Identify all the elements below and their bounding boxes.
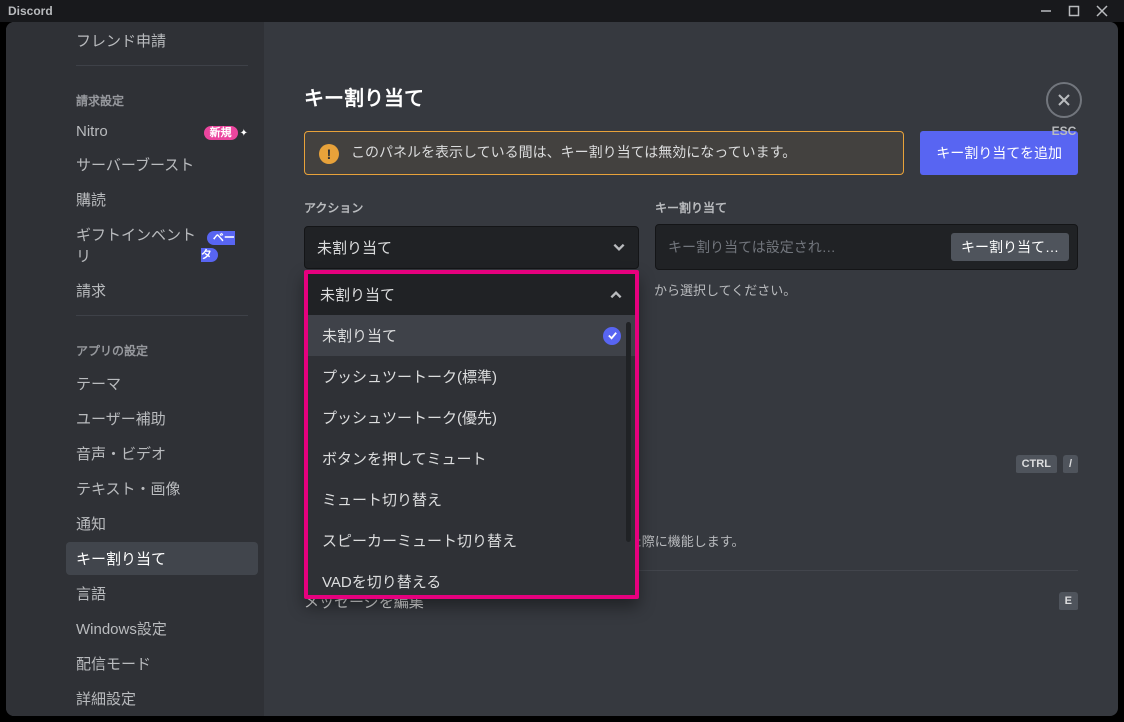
sidebar-item[interactable]: Windows設定 xyxy=(66,612,258,645)
keyboard-key: / xyxy=(1063,455,1078,475)
dropdown-option-label: プッシュツートーク(標準) xyxy=(322,366,497,387)
keyboard-key: E xyxy=(1059,592,1078,612)
sidebar-item[interactable]: 音声・ビデオ xyxy=(66,437,258,470)
dropdown-option-label: 未割り当て xyxy=(322,325,397,346)
sidebar-divider xyxy=(76,65,248,66)
settings-content: ESC キー割り当て ! このパネルを表示している間は、キー割り当ては無効になっ… xyxy=(264,22,1118,716)
window-close-button[interactable] xyxy=(1088,0,1116,22)
sidebar-item[interactable]: 言語 xyxy=(66,577,258,610)
sidebar-item-label: テーマ xyxy=(76,373,121,394)
warning-icon: ! xyxy=(319,144,339,164)
sidebar-item-label: 言語 xyxy=(76,583,106,604)
sidebar-item-label: 請求 xyxy=(76,280,106,301)
dropdown-option[interactable]: 未割り当て xyxy=(308,315,635,356)
dropdown-option[interactable]: VADを切り替える xyxy=(308,561,635,595)
dropdown-option-label: VADを切り替える xyxy=(322,571,441,592)
keyboard-key: CTRL xyxy=(1016,455,1057,475)
sidebar-item[interactable]: 請求 xyxy=(66,274,258,307)
sidebar-item[interactable]: テキスト・画像 xyxy=(66,472,258,505)
sidebar-item-label: Nitro xyxy=(76,123,108,140)
dropdown-option-label: スピーカーミュート切り替え xyxy=(322,530,517,551)
sidebar-item[interactable]: テーマ xyxy=(66,367,258,400)
sidebar-item-label: フレンド申請 xyxy=(76,30,166,51)
sidebar-item[interactable]: ギフトインベントリベータ xyxy=(66,218,258,272)
settings-window: フレンド申請 請求設定 Nitro 新規✦ サーバーブースト購読ギフトインベントリベー… xyxy=(6,22,1118,716)
sidebar-item-label: テキスト・画像 xyxy=(76,478,181,499)
chevron-up-icon xyxy=(609,288,623,302)
check-icon xyxy=(603,327,621,345)
sidebar-item[interactable]: フレンド申請 xyxy=(66,24,258,57)
sidebar-item-label: ユーザー補助 xyxy=(76,408,166,429)
help-text-tail: から選択してください。 xyxy=(654,283,796,298)
sidebar-item[interactable]: ユーザー補助 xyxy=(66,402,258,435)
dropdown-option[interactable]: ボタンを押してミュート xyxy=(308,438,635,479)
dropdown-option-label: ボタンを押してミュート xyxy=(322,448,487,469)
sidebar-item-label: 購読 xyxy=(76,189,106,210)
dropdown-header[interactable]: 未割り当て xyxy=(308,274,635,315)
sparkle-icon: ✦ xyxy=(240,128,248,139)
sidebar-item[interactable]: 詳細設定 xyxy=(66,682,258,715)
app-name: Discord xyxy=(8,4,53,18)
sidebar-item-label: ギフトインベントリ xyxy=(76,224,201,266)
sidebar-item-label: 通知 xyxy=(76,513,106,534)
dropdown-option[interactable]: プッシュツートーク(標準) xyxy=(308,356,635,397)
sidebar-item[interactable]: 配信モード xyxy=(66,647,258,680)
chevron-down-icon xyxy=(612,240,626,254)
action-dropdown-open: 未割り当て 未割り当てプッシュツートーク(標準) プッシュツートーク(優先) ボタン… xyxy=(304,270,639,599)
add-keybind-button-label: キー割り当てを追加 xyxy=(936,143,1062,163)
page-title: キー割り当て xyxy=(304,82,1078,111)
dropdown-option-label: ミュート切り替え xyxy=(322,489,442,510)
warning-text: このパネルを表示している間は、キー割り当ては無効になっています。 xyxy=(351,142,796,162)
sidebar-item-label: サーバーブースト xyxy=(76,154,194,175)
sidebar-item[interactable]: Nitro 新規✦ xyxy=(66,117,258,146)
sidebar-item[interactable]: キー割り当て xyxy=(66,542,258,575)
sidebar-item-label: キー割り当て xyxy=(76,548,166,569)
sidebar-divider xyxy=(76,315,248,316)
dropdown-option[interactable]: スピーカーミュート切り替え xyxy=(308,520,635,561)
window-minimize-button[interactable] xyxy=(1032,0,1060,22)
close-icon xyxy=(1055,91,1073,109)
sidebar-section-header: アプリの設定 xyxy=(66,324,258,365)
record-keybind-button[interactable]: キー割り当て… xyxy=(951,233,1069,261)
sidebar-badge: 新規 xyxy=(204,126,238,140)
dropdown-header-label: 未割り当て xyxy=(320,284,395,305)
warning-banner: ! このパネルを表示している間は、キー割り当ては無効になっています。 xyxy=(304,131,904,175)
action-select[interactable]: 未割り当て xyxy=(304,226,639,269)
close-settings-button[interactable]: ESC xyxy=(1046,82,1082,138)
settings-sidebar: フレンド申請 請求設定 Nitro 新規✦ サーバーブースト購読ギフトインベントリベー… xyxy=(6,22,264,716)
esc-label: ESC xyxy=(1046,124,1082,138)
dropdown-list: 未割り当てプッシュツートーク(標準) プッシュツートーク(優先) ボタンを押してミュ… xyxy=(308,315,635,595)
action-column-header: アクション xyxy=(304,199,639,216)
dropdown-scrollbar[interactable] xyxy=(626,322,631,542)
dropdown-option[interactable]: プッシュツートーク(優先) xyxy=(308,397,635,438)
window-titlebar: Discord xyxy=(0,0,1124,22)
dropdown-option[interactable]: ミュート切り替え xyxy=(308,479,635,520)
sidebar-item[interactable]: 通知 xyxy=(66,507,258,540)
keybind-column-header: キー割り当て xyxy=(655,199,727,216)
sidebar-section-header: 請求設定 xyxy=(66,74,258,115)
dropdown-option-label: プッシュツートーク(優先) xyxy=(322,407,497,428)
sidebar-badge: ベータ xyxy=(201,231,235,262)
keybind-placeholder: キー割り当ては設定され… xyxy=(668,237,836,257)
sidebar-item-label: 配信モード xyxy=(76,653,151,674)
keybind-input[interactable]: キー割り当ては設定され… キー割り当て… xyxy=(655,224,1078,270)
window-maximize-button[interactable] xyxy=(1060,0,1088,22)
sidebar-item-label: 音声・ビデオ xyxy=(76,443,166,464)
sidebar-item[interactable]: 購読 xyxy=(66,183,258,216)
sidebar-item-label: Windows設定 xyxy=(76,618,167,639)
sidebar-item[interactable]: サーバーブースト xyxy=(66,148,258,181)
action-select-value: 未割り当て xyxy=(317,237,392,258)
sidebar-item-label: 詳細設定 xyxy=(76,688,136,709)
